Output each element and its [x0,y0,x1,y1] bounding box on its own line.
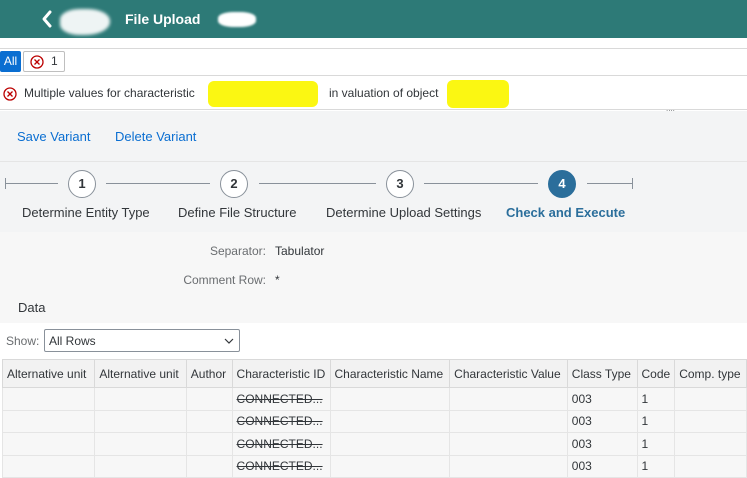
wizard-line [106,183,210,184]
table-cell: 1 [636,387,676,411]
wizard-step-4[interactable]: 4 [548,170,576,198]
table-cell [1,387,96,411]
table-row[interactable]: CONNECTED... 003 1 [1,387,747,411]
table-cell [674,432,747,456]
table-cell: 1 [636,454,676,478]
message-item[interactable]: Multiple values for characteristic in va… [0,80,747,110]
wizard-step-1[interactable]: 1 [68,170,96,198]
table-cell: 003 [566,432,638,456]
table-row[interactable]: CONNECTED... 003 1 [1,454,747,478]
shell-header: File Upload [0,0,747,38]
delete-variant-button[interactable]: Delete Variant [115,129,196,144]
data-section-title: Data [18,300,46,315]
wizard-step-2[interactable]: 2 [220,170,248,198]
error-icon [30,55,44,69]
table-cell [674,409,747,433]
table-cell: CONNECTED... [231,454,331,478]
wizard-line [259,183,376,184]
table-cell [449,387,568,411]
redacted-characteristic [208,81,318,107]
wizard-end-tick [632,178,633,189]
wizard-step-1-label[interactable]: Determine Entity Type [22,205,150,220]
column-header[interactable]: Characteristic ID [231,359,331,388]
column-header[interactable]: Comp. type [674,359,747,388]
wizard-line [424,183,538,184]
table-cell: 003 [566,454,638,478]
column-header[interactable]: Code [636,359,676,388]
table-cell [449,409,568,433]
wizard-step-3-label[interactable]: Determine Upload Settings [326,205,481,220]
table-cell: 1 [636,409,676,433]
filter-all-button[interactable]: All [0,51,21,72]
table-row[interactable]: CONNECTED... 003 1 [1,432,747,456]
column-header[interactable]: Class Type [566,359,638,388]
table-cell: 1 [636,432,676,456]
table-cell: 003 [566,409,638,433]
app-title: File Upload [125,11,201,27]
column-header[interactable]: Characteristic Value [449,359,568,388]
table-cell [1,409,96,433]
comment-row-label: Comment Row: [183,273,266,287]
redacted-user [218,12,256,27]
separator-value: Tabulator [275,244,325,258]
toolbar-divider [0,161,747,162]
table-cell [94,454,187,478]
error-icon [3,87,17,101]
table-cell [674,387,747,411]
table-cell: CONNECTED... [231,432,331,456]
wizard-line [5,183,58,184]
table-cell [185,432,233,456]
wizard-step-2-label[interactable]: Define File Structure [178,205,297,220]
table-cell: CONNECTED... [231,409,331,433]
separator-label: Separator: [209,244,266,258]
save-variant-button[interactable]: Save Variant [17,129,90,144]
show-rows-select[interactable]: All Rows [44,329,240,352]
table-cell [449,432,568,456]
column-header[interactable]: Alternative unit [1,359,96,388]
back-icon[interactable] [40,9,54,29]
filter-error-button[interactable]: 1 [23,51,65,72]
table-cell: CONNECTED... [231,387,331,411]
table-cell [329,387,451,411]
column-header[interactable]: Author [185,359,233,388]
message-text-object: in valuation of object [329,86,439,100]
table-cell [94,432,187,456]
message-text: Multiple values for characteristic [24,86,195,100]
table-header-row: Alternative unit Alternative unit Author… [1,359,747,388]
table-cell [1,432,96,456]
data-table: Alternative unit Alternative unit Author… [1,359,747,478]
wizard-step-4-label[interactable]: Check and Execute [506,205,625,220]
table-cell [1,454,96,478]
table-cell: 003 [566,387,638,411]
table-cell [94,387,187,411]
show-label: Show: [6,334,40,348]
table-cell [329,454,451,478]
column-header[interactable]: Characteristic Name [329,359,451,388]
table-row[interactable]: CONNECTED... 003 1 [1,409,747,433]
table-cell [449,454,568,478]
table-cell [94,409,187,433]
table-cell [185,454,233,478]
wizard-step-3[interactable]: 3 [386,170,414,198]
column-header[interactable]: Alternative unit [94,359,187,388]
show-rows-value: All Rows [49,334,96,348]
table-cell [329,432,451,456]
redacted-object [447,80,509,108]
wizard-line [587,183,632,184]
chevron-down-icon[interactable] [223,335,235,347]
table-cell [674,454,747,478]
redacted-logo [60,9,110,35]
message-filter-bar [0,48,747,76]
comment-row-value: * [275,273,280,287]
error-count: 1 [51,54,58,68]
table-cell [185,409,233,433]
table-cell [185,387,233,411]
table-cell [329,409,451,433]
